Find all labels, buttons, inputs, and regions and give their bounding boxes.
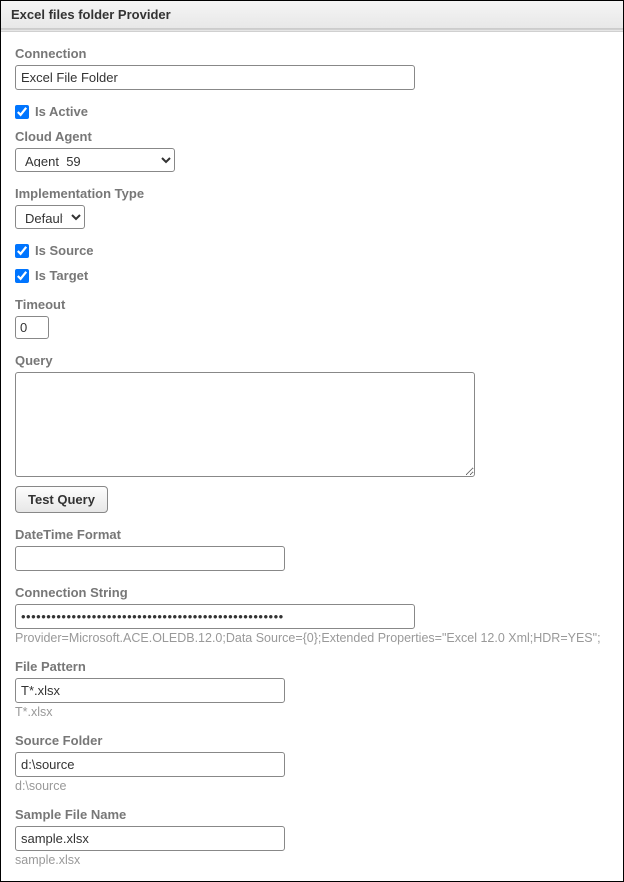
timeout-group: Timeout [15,297,609,339]
sample-file-name-input[interactable] [15,826,285,851]
cloud-agent-select[interactable]: Agent_59 [15,148,175,172]
is-source-label: Is Source [35,243,94,258]
source-folder-label: Source Folder [15,733,609,748]
window-title: Excel files folder Provider [1,1,623,29]
is-active-row: Is Active [15,104,609,119]
connection-group: Connection [15,46,609,90]
file-pattern-group: File Pattern T*.xlsx [15,659,609,719]
sample-file-name-label: Sample File Name [15,807,609,822]
sample-file-name-hint: sample.xlsx [15,853,609,867]
cloud-agent-group: Cloud Agent Agent_59 [15,129,609,172]
is-active-label: Is Active [35,104,88,119]
implementation-type-label: Implementation Type [15,186,609,201]
datetime-format-group: DateTime Format [15,527,609,571]
is-target-row: Is Target [15,268,609,283]
provider-window: Excel files folder Provider Connection I… [0,0,624,882]
connection-input[interactable] [15,65,415,90]
is-source-checkbox[interactable] [15,244,29,258]
source-folder-group: Source Folder d:\source [15,733,609,793]
file-pattern-input[interactable] [15,678,285,703]
test-query-button[interactable]: Test Query [15,486,108,513]
connection-string-input[interactable] [15,604,415,629]
sample-file-name-group: Sample File Name sample.xlsx [15,807,609,867]
source-folder-input[interactable] [15,752,285,777]
is-target-label: Is Target [35,268,88,283]
connection-string-group: Connection String Provider=Microsoft.ACE… [15,585,609,645]
cloud-agent-label: Cloud Agent [15,129,609,144]
query-label: Query [15,353,609,368]
datetime-format-input[interactable] [15,546,285,571]
query-group: Query Test Query [15,353,609,513]
file-pattern-label: File Pattern [15,659,609,674]
query-textarea[interactable] [15,372,475,477]
is-source-row: Is Source [15,243,609,258]
is-target-checkbox[interactable] [15,269,29,283]
connection-string-hint: Provider=Microsoft.ACE.OLEDB.12.0;Data S… [15,631,609,645]
timeout-input[interactable] [15,316,49,339]
source-folder-hint: d:\source [15,779,609,793]
form-area: Connection Is Active Cloud Agent Agent_5… [1,32,623,881]
file-pattern-hint: T*.xlsx [15,705,609,719]
connection-label: Connection [15,46,609,61]
implementation-type-select[interactable]: Default [15,205,85,229]
timeout-label: Timeout [15,297,609,312]
implementation-type-group: Implementation Type Default [15,186,609,229]
is-active-checkbox[interactable] [15,105,29,119]
connection-string-label: Connection String [15,585,609,600]
datetime-format-label: DateTime Format [15,527,609,542]
